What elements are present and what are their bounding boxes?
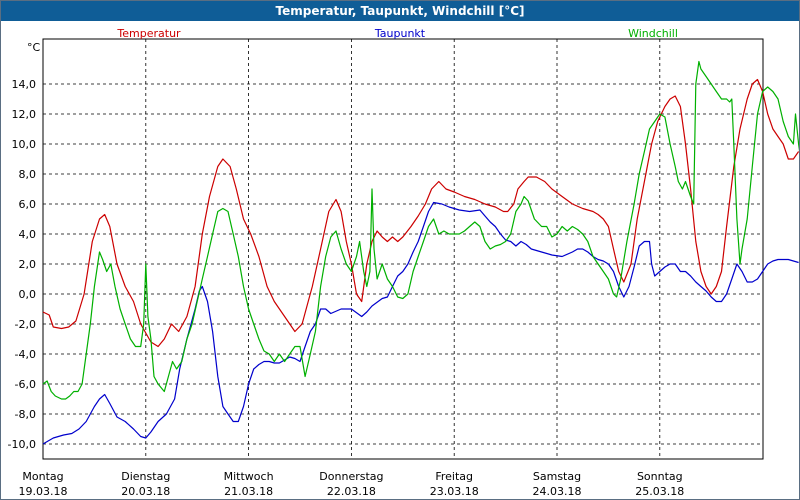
x-tick-day: Dienstag: [121, 470, 170, 483]
x-tick-date: 20.03.18: [121, 485, 170, 498]
y-tick-label: -6,0: [15, 378, 36, 391]
x-tick-date: 25.03.18: [635, 485, 684, 498]
y-tick-label: -2,0: [15, 318, 36, 331]
y-tick-label: 0,0: [19, 288, 37, 301]
y-tick-label: -8,0: [15, 408, 36, 421]
chart: -10,0 -8,0 -6,0 -4,0 -2,0 0,0 2,0 4,0 6,0 8,0 10,0…: [8, 27, 799, 498]
chart-window: Temperatur, Taupunkt, Windchill [°C] -10…: [0, 0, 800, 500]
plot-area: [42, 38, 764, 460]
x-tick-date: 23.03.18: [430, 485, 479, 498]
legend-temperatur: Temperatur: [116, 27, 181, 40]
y-tick-label: 10,0: [12, 138, 37, 151]
y-tick-label: 14,0: [12, 78, 37, 91]
x-tick-date: 19.03.18: [19, 485, 68, 498]
y-tick-label: -4,0: [15, 348, 36, 361]
legend-windchill: Windchill: [628, 27, 678, 40]
x-tick-date: 22.03.18: [327, 485, 376, 498]
x-tick-day: Samstag: [533, 470, 581, 483]
y-tick-label: 2,0: [19, 258, 37, 271]
x-tick-day: Freitag: [435, 470, 473, 483]
y-tick-label: -10,0: [8, 438, 36, 451]
x-tick-day: Sonntag: [637, 470, 683, 483]
y-axis-label: °C: [27, 41, 41, 54]
x-tick-date: 21.03.18: [224, 485, 273, 498]
x-tick-day: Mittwoch: [224, 470, 274, 483]
y-tick-label: 4,0: [19, 228, 37, 241]
y-tick-label: 6,0: [19, 198, 37, 211]
legend-taupunkt: Taupunkt: [374, 27, 426, 40]
x-tick-day: Donnerstag: [319, 470, 383, 483]
y-tick-label: 12,0: [12, 108, 37, 121]
x-tick-day: Montag: [22, 470, 63, 483]
y-tick-label: 8,0: [19, 168, 37, 181]
x-tick-date: 24.03.18: [533, 485, 582, 498]
